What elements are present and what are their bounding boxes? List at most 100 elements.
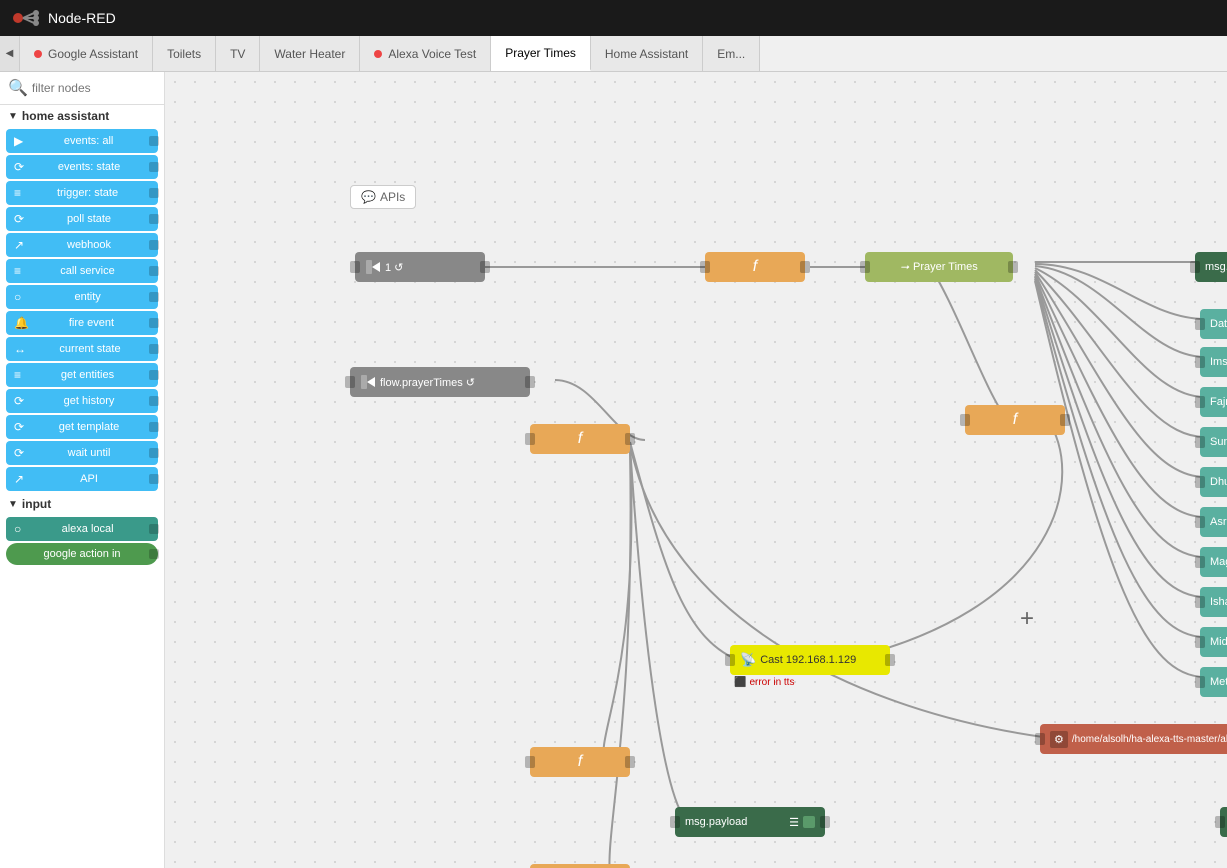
node-imsak[interactable]: Imsak abc	[1200, 347, 1227, 377]
tab-toilets[interactable]: Toilets	[153, 36, 216, 71]
node-methode[interactable]: Methode abc	[1200, 667, 1227, 697]
node-func3-label: f	[1013, 411, 1017, 429]
sidebar-group-input[interactable]: ▼ input	[0, 493, 164, 515]
port-left-sunrise	[1195, 436, 1205, 448]
api-icon: ↗	[14, 472, 24, 486]
node-sunrise[interactable]: Sunrise abc	[1200, 427, 1227, 457]
alexa-local-icon: ○	[14, 522, 21, 536]
sidebar-node-get-template-label: get template	[28, 421, 150, 433]
wire-prayer-date	[1035, 264, 1205, 319]
node-date[interactable]: Date abc	[1200, 309, 1227, 339]
node-func1[interactable]: f	[705, 252, 805, 282]
node-inject1[interactable]: 1 ↺	[355, 252, 485, 282]
port-left-asr	[1195, 516, 1205, 528]
sidebar-node-events-state-label: events: state	[28, 161, 150, 173]
tab-label-toilets: Toilets	[167, 47, 201, 61]
wait-until-icon: ⟳	[14, 446, 24, 460]
sidebar-node-current-state[interactable]: ↔ current state	[6, 337, 158, 361]
node-isha[interactable]: Isha abc	[1200, 587, 1227, 617]
node-inject2[interactable]: flow.prayerTimes ↺	[350, 367, 530, 397]
wire-func2-exec	[630, 444, 1043, 737]
node-msg-out[interactable]: msg ☰	[1220, 807, 1227, 837]
port-left-inject1	[350, 261, 360, 273]
node-inject2-label: flow.prayerTimes ↺	[380, 376, 475, 389]
tabbar: ◀ Google Assistant Toilets TV Water Heat…	[0, 36, 1227, 72]
sidebar-node-poll-state[interactable]: ⟳ poll state	[6, 207, 158, 231]
sidebar-node-events-state[interactable]: ⟳ events: state	[6, 155, 158, 179]
events-state-icon: ⟳	[14, 160, 24, 174]
node-cast[interactable]: 📡 Cast 192.168.1.129	[730, 645, 890, 675]
comment-apis-text: APIs	[380, 190, 405, 204]
sidebar-search-bar[interactable]: 🔍	[0, 72, 164, 105]
sidebar-node-poll-state-label: poll state	[28, 213, 150, 225]
flow-canvas[interactable]: APIs 1 ↺ flow.prayerTimes ↺ f	[165, 72, 1227, 868]
node-prayer-times-text: Prayer Times	[913, 261, 978, 273]
node-msg-payload2[interactable]: msg.payload ☰	[675, 807, 825, 837]
cast-icon: 📡	[740, 652, 756, 668]
node-msg-payload2-label: msg.payload	[685, 816, 747, 828]
node-asr[interactable]: Asr abc	[1200, 507, 1227, 537]
node-func5[interactable]: f	[530, 864, 630, 868]
node-midnight-label: Midnight	[1210, 636, 1227, 648]
sidebar-node-get-history[interactable]: ⟳ get history	[6, 389, 158, 413]
sidebar-node-get-template[interactable]: ⟳ get template	[6, 415, 158, 439]
comment-apis[interactable]: APIs	[350, 185, 416, 209]
port-left-func3	[960, 414, 970, 426]
node-fajr-label: Fajr	[1210, 396, 1227, 408]
port-left-prayer	[860, 261, 870, 273]
sidebar-group-ha-label: home assistant	[22, 109, 109, 123]
node-maghrib[interactable]: Maghrib & Iftar abc	[1200, 547, 1227, 577]
node-dhuhr[interactable]: Dhuhr abc	[1200, 467, 1227, 497]
node-prayer-times[interactable]: ⭢ Prayer Times	[865, 252, 1013, 282]
node-func2[interactable]: f	[530, 424, 630, 454]
sidebar-node-fire-event[interactable]: 🔔 fire event	[6, 311, 158, 335]
port-right	[149, 474, 159, 484]
port-left-func4	[525, 756, 535, 768]
wire-prayer-fajr	[1035, 268, 1205, 397]
webhook-icon: ↗	[14, 238, 24, 252]
node-midnight[interactable]: Midnight abc	[1200, 627, 1227, 657]
sidebar-node-get-entities[interactable]: ≡ get entities	[6, 363, 158, 387]
sidebar-node-google-action-in[interactable]: google action in	[6, 543, 158, 565]
main-area: 🔍 ▼ home assistant ▶ events: all ⟳ event…	[0, 72, 1227, 868]
sidebar-group-home-assistant[interactable]: ▼ home assistant	[0, 105, 164, 127]
sidebar-node-trigger-state-label: trigger: state	[25, 187, 150, 199]
port-left-func1	[700, 261, 710, 273]
tab-google-assistant[interactable]: Google Assistant	[20, 36, 153, 71]
wire-func2-func5	[609, 450, 630, 868]
node-msg-payload1[interactable]: msg.payload ☰	[1195, 252, 1227, 282]
sidebar-node-entity[interactable]: ○ entity	[6, 285, 158, 309]
port-right	[149, 448, 159, 458]
tab-em[interactable]: Em...	[703, 36, 760, 71]
port-right-prayer	[1008, 261, 1018, 273]
port-right	[149, 422, 159, 432]
search-input[interactable]	[32, 81, 156, 95]
node-exec[interactable]: ⚙ /home/alsolh/ha-alexa-tts-master/alexa…	[1040, 724, 1227, 754]
tab-scroll-left[interactable]: ◀	[0, 36, 20, 71]
node-isha-label: Isha	[1210, 596, 1227, 608]
sidebar-node-alexa-local[interactable]: ○ alexa local	[6, 517, 158, 541]
tab-alexa-voice-test[interactable]: Alexa Voice Test	[360, 36, 491, 71]
sidebar-node-wait-until[interactable]: ⟳ wait until	[6, 441, 158, 465]
port-right-func1	[800, 261, 810, 273]
node-func4[interactable]: f	[530, 747, 630, 777]
sidebar-node-call-service[interactable]: ≡ call service	[6, 259, 158, 283]
tab-home-assistant[interactable]: Home Assistant	[591, 36, 703, 71]
tab-prayer-times[interactable]: Prayer Times	[491, 36, 591, 71]
port-right	[149, 214, 159, 224]
sidebar-node-webhook[interactable]: ↗ webhook	[6, 233, 158, 257]
plus-cursor: +	[1020, 605, 1034, 633]
sidebar-node-events-all[interactable]: ▶ events: all	[6, 129, 158, 153]
node-sunrise-label: Sunrise	[1210, 436, 1227, 448]
node-func2-label: f	[578, 430, 582, 448]
tab-label-google-assistant: Google Assistant	[48, 47, 138, 61]
tab-tv[interactable]: TV	[216, 36, 260, 71]
node-asr-label: Asr	[1210, 516, 1227, 528]
sidebar-node-api[interactable]: ↗ API	[6, 467, 158, 491]
tab-water-heater[interactable]: Water Heater	[260, 36, 360, 71]
sidebar-node-trigger-state[interactable]: ≡ trigger: state	[6, 181, 158, 205]
node-func3[interactable]: f	[965, 405, 1065, 435]
node-exec-label: /home/alsolh/ha-alexa-tts-master/alexa_r…	[1072, 734, 1227, 745]
node-fajr[interactable]: Fajr abc	[1200, 387, 1227, 417]
node-cast-error: ⬛ error in tts	[734, 677, 890, 688]
